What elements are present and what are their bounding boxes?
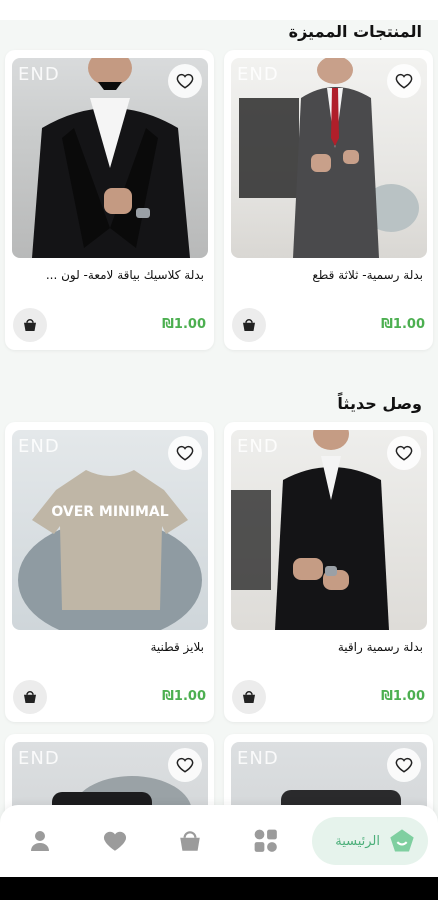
heart-icon [176,73,194,89]
favorite-button[interactable] [168,748,202,782]
nav-home-label: الرئيسية [335,833,380,849]
add-to-cart-button[interactable] [232,308,266,342]
home-icon [390,829,414,852]
product-price: ₪1.00 [162,689,206,704]
basket-icon [24,691,36,703]
bottom-navigation: الرئيسية [0,805,438,877]
nav-favorites[interactable] [93,819,137,863]
heart-icon [176,445,194,461]
nav-profile[interactable] [18,819,62,863]
brand-watermark: END [18,436,60,457]
new-arrivals-title: وصل حديثاً [337,394,422,413]
product-price: ₪1.00 [381,317,425,332]
heart-icon [176,757,194,773]
favorite-button[interactable] [387,748,421,782]
user-icon [31,831,49,851]
brand-watermark: END [237,748,279,769]
favorite-button[interactable] [387,64,421,98]
product-card[interactable]: END بدلة كلاسيك بياقة لامعة- لون ... ₪1.… [5,50,214,350]
heart-icon [395,757,413,773]
grid-icon [254,829,277,852]
add-to-cart-button[interactable] [232,680,266,714]
nav-cart[interactable] [168,819,212,863]
product-image[interactable]: END [231,58,427,258]
product-card[interactable]: END بدلة رسمية راقية ₪1.00 [224,422,433,722]
product-card[interactable]: END بدلة رسمية- ثلاثة قطع ₪1.00 [224,50,433,350]
system-nav-bar [0,877,438,900]
product-image[interactable]: END [231,430,427,630]
brand-watermark: END [18,748,60,769]
product-name[interactable]: بلايز قطنية [15,640,204,654]
product-price: ₪1.00 [381,689,425,704]
heart-icon [395,445,413,461]
brand-watermark: END [237,436,279,457]
tshirt-print: OVER MINIMAL [51,504,168,520]
product-name[interactable]: بدلة رسمية راقية [234,640,423,654]
top-strip [0,0,438,20]
product-image[interactable]: OVER MINIMAL END [12,430,208,630]
favorite-button[interactable] [168,436,202,470]
featured-section-title: المنتجات المميزة [288,22,422,41]
product-image[interactable]: END [12,58,208,258]
favorite-button[interactable] [387,436,421,470]
nav-categories[interactable] [244,819,288,863]
basket-icon [24,319,36,331]
add-to-cart-button[interactable] [13,308,47,342]
heart-icon [395,73,413,89]
brand-watermark: END [18,64,60,85]
basket-icon [180,831,200,851]
nav-home[interactable]: الرئيسية [312,817,428,865]
add-to-cart-button[interactable] [13,680,47,714]
basket-icon [243,691,255,703]
heart-icon [103,831,127,851]
favorite-button[interactable] [168,64,202,98]
basket-icon [243,319,255,331]
product-name[interactable]: بدلة كلاسيك بياقة لامعة- لون ... [15,268,204,282]
brand-watermark: END [237,64,279,85]
product-price: ₪1.00 [162,317,206,332]
product-card[interactable]: OVER MINIMAL END بلايز قطنية ₪1.00 [5,422,214,722]
product-name[interactable]: بدلة رسمية- ثلاثة قطع [234,268,423,282]
